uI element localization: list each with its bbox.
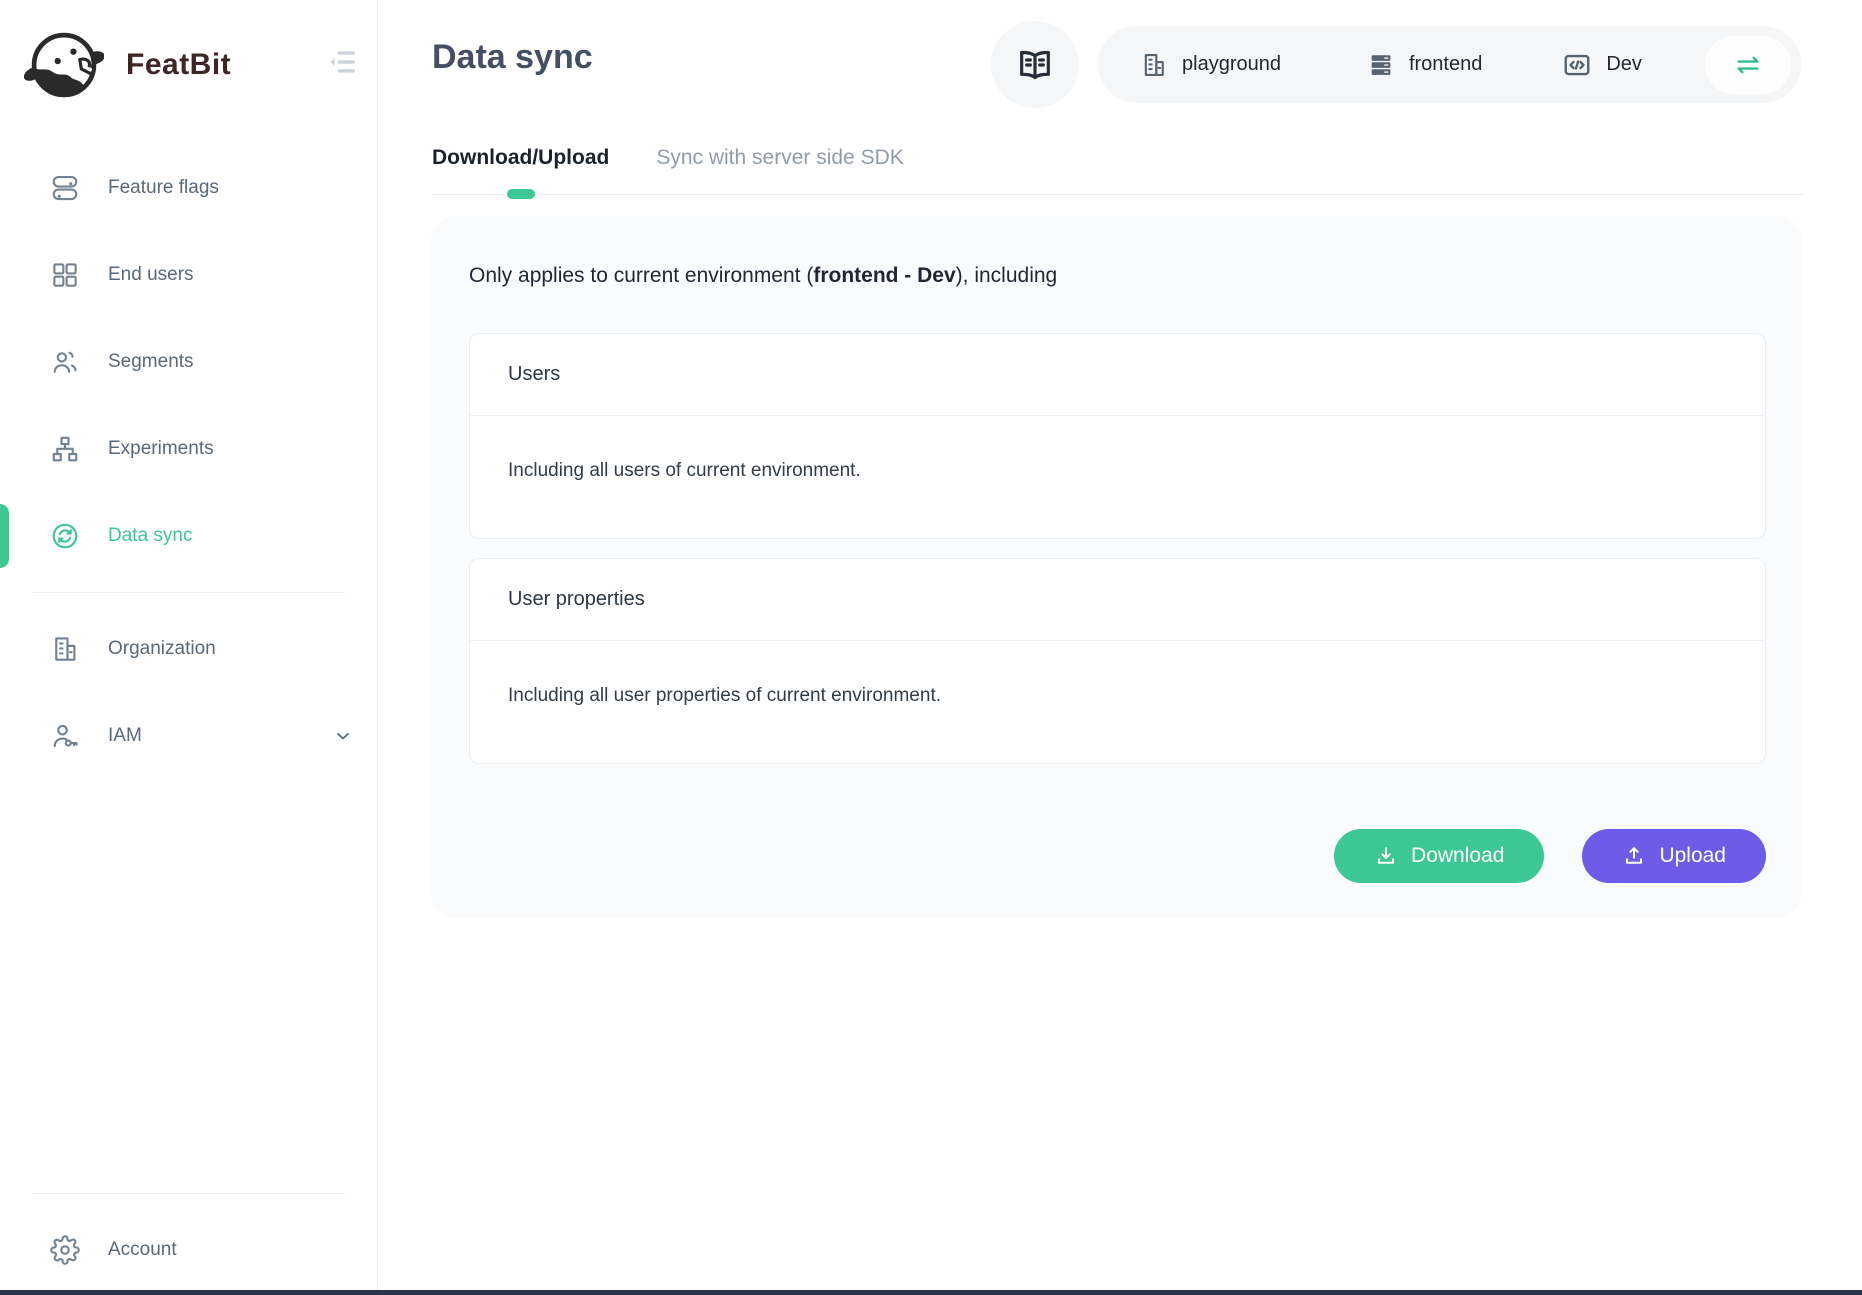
sidebar-divider xyxy=(32,592,345,593)
switch-environment-button[interactable] xyxy=(1705,36,1791,94)
environment-name: frontend - Dev xyxy=(813,264,955,287)
sidebar-bottom: Account xyxy=(0,1169,377,1282)
building-icon xyxy=(1140,51,1168,79)
download-icon xyxy=(1374,844,1398,868)
upload-icon xyxy=(1622,844,1646,868)
user-group-icon xyxy=(50,347,80,377)
project-name: playground xyxy=(1182,53,1281,76)
sidebar-item-account[interactable]: Account xyxy=(0,1218,377,1282)
sidebar-item-label: Organization xyxy=(108,638,216,660)
user-properties-card-description: Including all user properties of current… xyxy=(470,641,1765,763)
sidebar-item-label: Data sync xyxy=(108,525,192,547)
swap-arrows-icon xyxy=(1733,50,1763,80)
sidebar-item-iam[interactable]: IAM xyxy=(0,704,377,768)
hierarchy-icon xyxy=(50,434,80,464)
sidebar-item-label: Account xyxy=(108,1239,177,1261)
sidebar-item-label: Experiments xyxy=(108,438,214,460)
building-icon xyxy=(50,634,80,664)
main-content: Data sync playground xyxy=(378,0,1862,1290)
grid-icon xyxy=(50,260,80,290)
panel-actions: Download Upload xyxy=(1334,829,1766,883)
menu-fold-icon[interactable] xyxy=(323,44,363,80)
users-card-title: Users xyxy=(470,334,1765,416)
user-key-icon xyxy=(50,721,80,751)
gear-icon xyxy=(50,1235,80,1265)
env-group-segment[interactable]: frontend xyxy=(1367,51,1482,79)
env-segment[interactable]: Dev xyxy=(1562,50,1642,80)
brand-name: FeatBit xyxy=(126,48,231,82)
page-title: Data sync xyxy=(432,38,593,77)
users-card: Users Including all users of current env… xyxy=(469,333,1766,539)
project-segment[interactable]: playground xyxy=(1140,51,1281,79)
sidebar-item-end-users[interactable]: End users xyxy=(0,243,377,307)
project-env-selector[interactable]: playground frontend xyxy=(1098,26,1801,103)
code-window-icon xyxy=(1562,50,1592,80)
upload-label: Upload xyxy=(1659,844,1726,868)
tab-bar: Download/Upload Sync with server side SD… xyxy=(432,136,1803,195)
tab-download-upload[interactable]: Download/Upload xyxy=(432,136,609,194)
env-name: Dev xyxy=(1606,53,1642,76)
sidebar-item-label: IAM xyxy=(108,725,142,747)
sidebar: FeatBit Feature flags xyxy=(0,0,378,1290)
sidebar-item-feature-flags[interactable]: Feature flags xyxy=(0,156,377,220)
sidebar-item-label: End users xyxy=(108,264,194,286)
env-group-name: frontend xyxy=(1409,53,1482,76)
logo-row: FeatBit xyxy=(0,0,377,104)
bottom-edge xyxy=(0,1290,1862,1295)
documentation-button[interactable] xyxy=(991,21,1079,108)
download-button[interactable]: Download xyxy=(1334,829,1544,883)
sidebar-item-experiments[interactable]: Experiments xyxy=(0,417,377,481)
chevron-down-icon xyxy=(333,726,353,746)
upload-button[interactable]: Upload xyxy=(1582,829,1766,883)
environment-notice: Only applies to current environment (fro… xyxy=(469,264,1057,288)
download-upload-panel: Only applies to current environment (fro… xyxy=(431,216,1802,918)
featbit-panda-logo-icon xyxy=(24,28,104,102)
server-icon xyxy=(1367,51,1395,79)
sidebar-divider xyxy=(32,1193,345,1194)
sync-icon xyxy=(50,521,80,551)
users-card-description: Including all users of current environme… xyxy=(470,416,1765,538)
sidebar-item-segments[interactable]: Segments xyxy=(0,330,377,394)
book-icon xyxy=(1015,45,1055,85)
sidebar-item-organization[interactable]: Organization xyxy=(0,617,377,681)
user-properties-card-title: User properties xyxy=(470,559,1765,641)
user-properties-card: User properties Including all user prope… xyxy=(469,558,1766,764)
sidebar-item-label: Feature flags xyxy=(108,177,219,199)
sidebar-nav: Feature flags End users xyxy=(0,156,377,768)
tab-sync-server-sdk[interactable]: Sync with server side SDK xyxy=(656,136,903,194)
sidebar-item-data-sync[interactable]: Data sync xyxy=(0,504,377,568)
sidebar-item-label: Segments xyxy=(108,351,194,373)
download-label: Download xyxy=(1411,844,1504,868)
feature-flags-icon xyxy=(50,173,80,203)
